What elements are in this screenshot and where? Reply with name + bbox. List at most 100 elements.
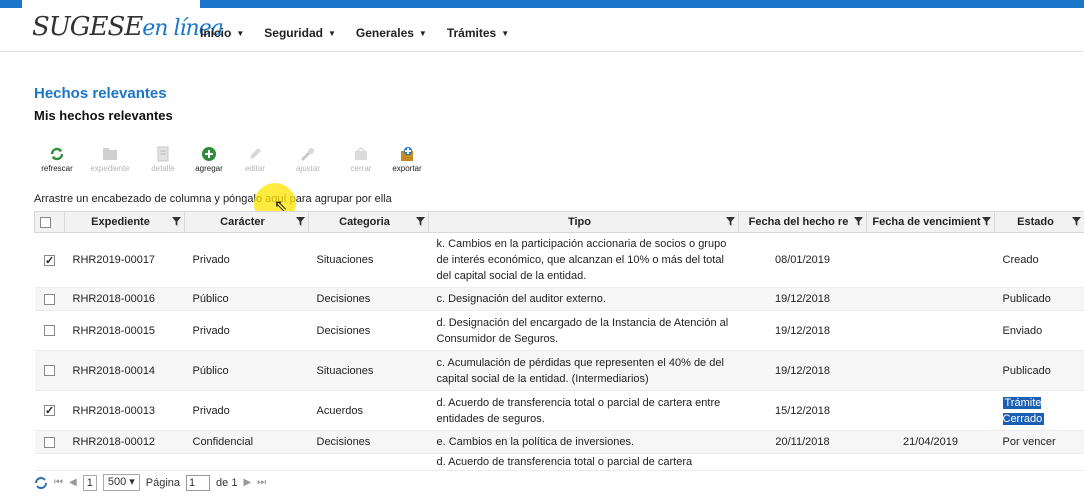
cerrar-button[interactable]: cerrar xyxy=(338,146,384,173)
table-row[interactable]: RHR2018-00016 Público Decisiones c. Desi… xyxy=(34,287,1084,311)
row-select-cell[interactable] xyxy=(34,350,65,391)
row-select-cell[interactable] xyxy=(34,453,65,471)
caret-down-icon: ▼ xyxy=(327,28,336,38)
cell-estado: Creado xyxy=(994,232,1084,288)
page-input[interactable]: 1 xyxy=(186,474,211,491)
column-label: Expediente xyxy=(91,216,150,228)
nav-generales[interactable]: Generales ▼ xyxy=(356,26,427,40)
table-header-row: Expediente Carácter Categoria Tipo Fecha… xyxy=(34,211,1084,233)
page-count-label: de 1 xyxy=(216,476,238,489)
cell-caracter: Privado xyxy=(184,390,309,431)
row-select-cell[interactable] xyxy=(34,390,65,431)
add-circle-icon xyxy=(202,147,216,161)
filter-icon[interactable] xyxy=(982,217,991,226)
page-title: Hechos relevantes xyxy=(34,85,167,102)
agregar-button[interactable]: agregar xyxy=(186,146,232,173)
table-row[interactable]: RHR2019-00017 Privado Situaciones k. Cam… xyxy=(34,232,1084,288)
row-select-cell[interactable] xyxy=(34,430,65,454)
column-label: Carácter xyxy=(220,216,265,228)
filter-icon[interactable] xyxy=(172,217,181,226)
col-header-tipo[interactable]: Tipo xyxy=(428,211,739,233)
cell-expediente: RHR2018-00015 xyxy=(64,310,185,351)
caret-down-icon: ▼ xyxy=(501,28,510,38)
close-box-icon xyxy=(355,147,367,160)
row-checkbox[interactable] xyxy=(44,436,55,448)
nav-seguridad[interactable]: Seguridad ▼ xyxy=(264,26,336,40)
cell-fecha-hecho: 19/12/2018 xyxy=(738,350,867,391)
first-page-icon[interactable]: ⏮ xyxy=(54,477,63,488)
ajustar-button[interactable]: ajustar xyxy=(278,146,338,173)
select-all-checkbox[interactable] xyxy=(40,216,51,228)
tool-label: editar xyxy=(244,164,265,173)
row-checkbox[interactable] xyxy=(44,253,55,269)
row-checkbox[interactable] xyxy=(44,293,55,305)
cell-tipo: k. Cambios en la participación accionari… xyxy=(428,232,739,288)
nav-label: Generales xyxy=(355,26,414,40)
cell-tipo: d. Acuerdo de transferencia total o parc… xyxy=(428,453,739,471)
cell-fecha-vencimiento: 21/04/2019 xyxy=(866,430,995,454)
prev-page-icon[interactable]: ◀ xyxy=(69,477,77,488)
table-row[interactable]: RHR2018-00015 Privado Decisiones d. Desi… xyxy=(34,310,1084,351)
cell-categoria: Situaciones xyxy=(308,350,429,391)
logo-main-text: SUGESE xyxy=(32,12,143,42)
refrescar-button[interactable]: refrescar xyxy=(34,146,80,173)
page-subtitle: Mis hechos relevantes xyxy=(34,108,173,123)
next-page-icon[interactable]: ▶ xyxy=(243,477,251,488)
refresh-icon[interactable] xyxy=(34,476,48,490)
sugese-logo[interactable]: SUGESEen línea xyxy=(32,12,224,42)
filter-icon[interactable] xyxy=(854,217,863,226)
refresh-icon xyxy=(50,147,64,161)
column-label: Estado xyxy=(1017,216,1054,228)
selected-text[interactable]: Trámite Cerrado xyxy=(1002,396,1045,425)
last-page-icon[interactable]: ⏭ xyxy=(257,477,266,488)
col-header-fecha-vencimiento[interactable]: Fecha de vencimient xyxy=(866,211,995,233)
page-size-select[interactable]: 500 ▾ xyxy=(102,474,140,491)
cell-fecha-hecho: 08/01/2019 xyxy=(738,232,867,288)
filter-icon[interactable] xyxy=(726,217,735,226)
cell-estado: Trámite Cerrado xyxy=(994,390,1084,431)
filter-icon[interactable] xyxy=(1072,217,1081,226)
cell-fecha-vencimiento xyxy=(866,453,995,471)
tool-label: agregar xyxy=(195,164,223,173)
col-header-categoria[interactable]: Categoria xyxy=(308,211,429,233)
table-row[interactable]: RHR2018-00013 Privado Acuerdos d. Acuerd… xyxy=(34,390,1084,431)
pencil-icon xyxy=(250,148,261,159)
cell-fecha-hecho: 19/12/2018 xyxy=(738,310,867,351)
editar-button[interactable]: editar xyxy=(232,146,278,173)
col-header-fecha-hecho[interactable]: Fecha del hecho re xyxy=(738,211,867,233)
cell-caracter: Privado xyxy=(184,310,309,351)
row-checkbox[interactable] xyxy=(44,403,55,419)
exportar-button[interactable]: exportar xyxy=(384,146,430,173)
row-select-cell[interactable] xyxy=(34,232,65,288)
tool-label: exportar xyxy=(392,164,422,173)
expediente-button[interactable]: expediente xyxy=(80,146,140,173)
main-nav: Inicio ▼ Seguridad ▼ Generales ▼ Trámites ▼ xyxy=(200,26,509,40)
col-header-caracter[interactable]: Carácter xyxy=(184,211,309,233)
row-select-cell[interactable] xyxy=(34,287,65,311)
cell-tipo: c. Acumulación de pérdidas que represent… xyxy=(428,350,739,391)
filter-icon[interactable] xyxy=(296,217,305,226)
detalle-button[interactable]: detalle xyxy=(140,146,186,173)
col-header-expediente[interactable]: Expediente xyxy=(64,211,185,233)
filter-icon[interactable] xyxy=(416,217,425,226)
page-size-value: 500 xyxy=(107,476,127,488)
cell-fecha-vencimiento xyxy=(866,350,995,391)
column-label: Tipo xyxy=(567,216,591,228)
nav-inicio[interactable]: Inicio ▼ xyxy=(200,26,244,40)
select-all-cell[interactable] xyxy=(34,211,65,233)
nav-label: Seguridad xyxy=(264,26,323,40)
table-row[interactable]: RHR2018-00014 Público Situaciones c. Acu… xyxy=(34,350,1084,391)
nav-tramites[interactable]: Trámites ▼ xyxy=(447,26,509,40)
cell-tipo: e. Cambios en la política de inversiones… xyxy=(428,430,739,454)
row-select-cell[interactable] xyxy=(34,310,65,351)
page-number-button[interactable]: 1 xyxy=(82,474,97,491)
table-row[interactable]: d. Acuerdo de transferencia total o parc… xyxy=(34,453,1084,471)
table-row[interactable]: RHR2018-00012 Confidencial Decisiones e.… xyxy=(34,430,1084,454)
row-checkbox[interactable] xyxy=(44,365,55,377)
row-checkbox[interactable] xyxy=(44,325,55,337)
top-accent-bar xyxy=(0,0,1084,8)
cell-expediente: RHR2018-00016 xyxy=(64,287,185,311)
chevron-down-icon: ▾ xyxy=(129,476,135,488)
col-header-estado[interactable]: Estado xyxy=(994,211,1084,233)
group-by-hint[interactable]: Arrastre un encabezado de columna y póng… xyxy=(34,193,392,205)
